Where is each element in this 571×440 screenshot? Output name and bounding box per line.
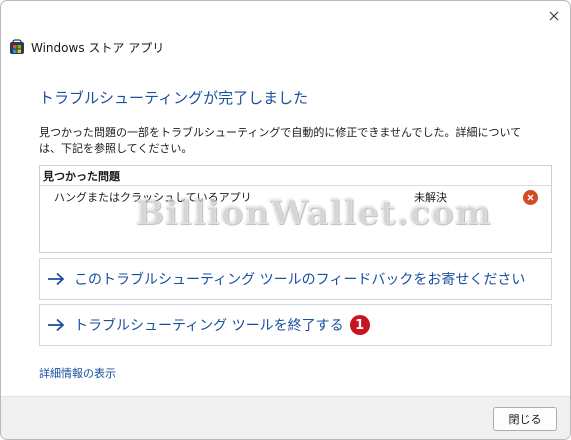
step-badge: 1	[349, 315, 370, 335]
error-icon	[523, 190, 538, 205]
arrow-right-icon	[48, 272, 65, 286]
feedback-label: このトラブルシューティング ツールのフィードバックをお寄せください	[74, 272, 526, 288]
view-details-link[interactable]: 詳細情報の表示	[39, 365, 116, 381]
problem-row[interactable]: ハングまたはクラッシュしているアプリ 未解決	[40, 186, 551, 210]
close-troubleshooter-link[interactable]: トラブルシューティング ツールを終了する 1	[39, 304, 552, 346]
window-header: Windows ストア アプリ	[9, 37, 164, 57]
close-troubleshooter-label: トラブルシューティング ツールを終了する	[74, 318, 344, 334]
problems-heading: 見つかった問題	[43, 170, 120, 183]
dialog-footer: 閉じる	[1, 396, 570, 439]
close-button[interactable]: 閉じる	[493, 407, 557, 431]
result-description: 見つかった問題の一部をトラブルシューティングで自動的に修正できませんでした。詳細…	[39, 126, 522, 155]
troubleshooter-window: Windows ストア アプリ トラブルシューティングが完了しました 見つかった…	[0, 0, 571, 440]
window-close-button[interactable]	[539, 3, 569, 29]
page-title: トラブルシューティングが完了しました	[39, 89, 309, 107]
store-app-icon	[10, 39, 24, 54]
close-icon	[549, 11, 559, 21]
problem-status: 未解決	[414, 191, 447, 204]
feedback-link[interactable]: このトラブルシューティング ツールのフィードバックをお寄せください	[39, 258, 552, 300]
window-title: Windows ストア アプリ	[31, 40, 165, 55]
problems-list: 見つかった問題 ハングまたはクラッシュしているアプリ 未解決	[39, 165, 552, 253]
problem-name: ハングまたはクラッシュしているアプリ	[54, 191, 252, 204]
arrow-right-icon	[48, 318, 65, 332]
